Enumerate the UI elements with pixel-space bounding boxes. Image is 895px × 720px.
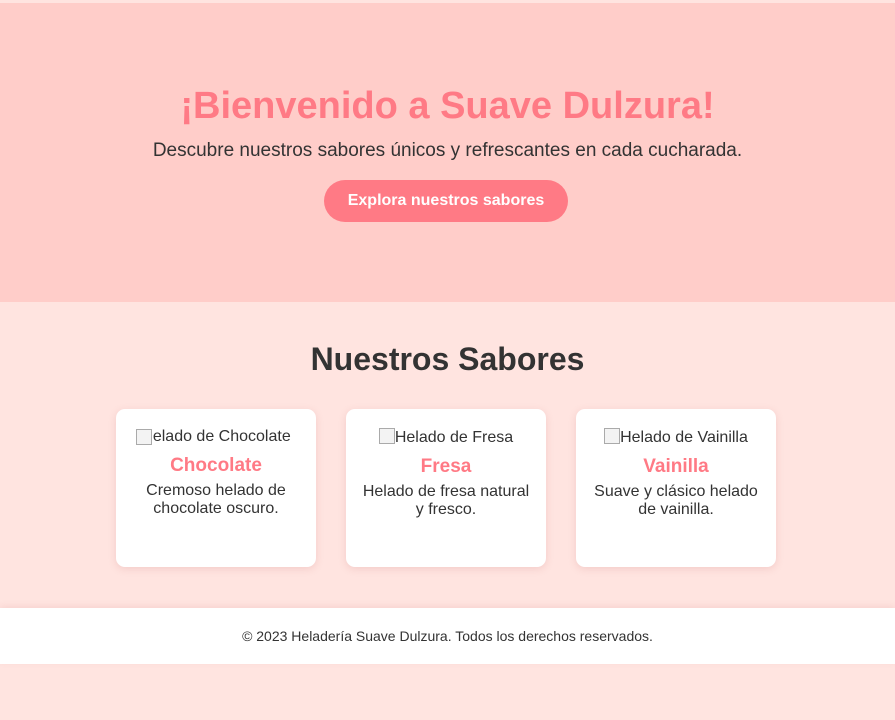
flavor-description: Suave y clásico helado de vainilla. <box>594 483 758 518</box>
broken-image-icon <box>604 428 621 444</box>
flavor-image-fresa: Helado de Fresa <box>362 428 530 447</box>
page: ¡Bienvenido a Suave Dulzura! Descubre nu… <box>0 0 895 720</box>
flavor-image-alt: Helado de Vainilla <box>620 429 748 446</box>
flavor-name: Chocolate <box>170 455 262 476</box>
flavor-description: Helado de fresa natural y fresco. <box>362 483 530 518</box>
flavor-card-fresa[interactable]: Helado de Fresa Fresa Helado de fresa na… <box>346 409 546 567</box>
flavor-name: Vainilla <box>643 456 709 477</box>
broken-image-icon <box>136 429 152 445</box>
broken-image-icon <box>378 428 395 444</box>
hero-title: ¡Bienvenido a Suave Dulzura! <box>180 85 715 127</box>
flavor-card-vainilla[interactable]: Helado de Vainilla Vainilla Suave y clás… <box>576 409 776 567</box>
flavor-image-vainilla: Helado de Vainilla <box>592 428 760 447</box>
footer: © 2023 Heladería Suave Dulzura. Todos lo… <box>0 608 895 664</box>
flavor-name: Fresa <box>420 456 472 477</box>
hero-section: ¡Bienvenido a Suave Dulzura! Descubre nu… <box>0 3 895 302</box>
copyright-text: © 2023 Heladería Suave Dulzura. Todos lo… <box>242 628 653 644</box>
flavor-image-alt: Helado de Chocolate <box>141 428 291 445</box>
explore-flavors-button[interactable]: Explora nuestros sabores <box>324 180 568 222</box>
flavor-description: Cremoso helado de chocolate oscuro. <box>146 482 286 517</box>
flavor-image-chocolate: Helado de Chocolate <box>132 428 300 446</box>
flavor-image-alt: Helado de Fresa <box>394 429 514 446</box>
flavor-card-chocolate[interactable]: Helado de Chocolate Chocolate Cremoso he… <box>116 409 316 567</box>
flavors-section-title: Nuestros Sabores <box>310 341 585 377</box>
hero-subtitle: Descubre nuestros sabores únicos y refre… <box>152 140 743 161</box>
